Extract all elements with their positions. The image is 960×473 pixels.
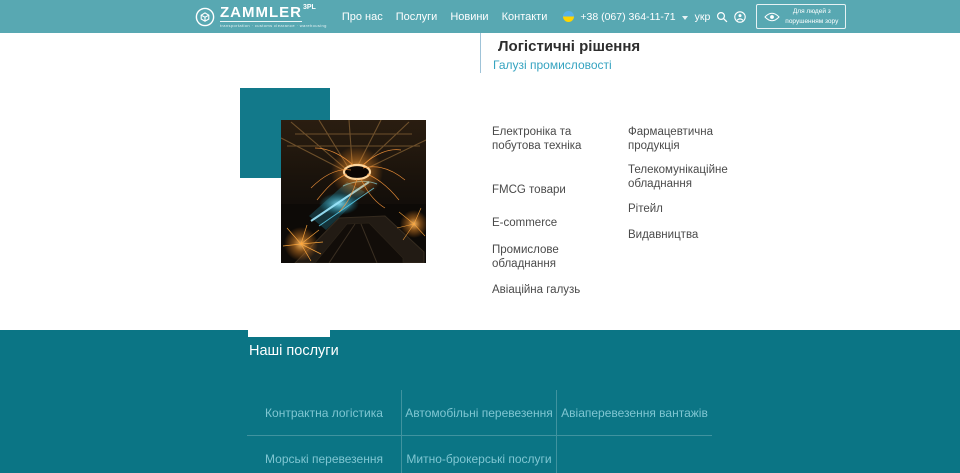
- main-nav: Про нас Послуги Новини Контакти: [342, 7, 548, 27]
- zammler-logo[interactable]: ZAMMLER 3PL transportation · customs cle…: [195, 5, 327, 28]
- service-cell: [557, 436, 712, 473]
- nav-news[interactable]: Новини: [450, 7, 488, 27]
- top-header-bar: ZAMMLER 3PL transportation · customs cle…: [0, 0, 960, 33]
- accessibility-mode-button[interactable]: Для людей з порушенням зору: [756, 4, 846, 29]
- industry-aviation[interactable]: Авіаційна галузь: [492, 283, 620, 297]
- industry-warehouse-photo: [281, 120, 426, 263]
- industry-pharma[interactable]: Фармацевтична продукція: [628, 125, 728, 154]
- eye-icon: [764, 12, 780, 22]
- nav-contacts[interactable]: Контакти: [502, 7, 548, 27]
- header-right-cluster: +38 (067) 364-11-71 укр: [563, 4, 846, 29]
- language-selector[interactable]: укр: [695, 11, 711, 23]
- phone-number-link[interactable]: +38 (067) 364-11-71: [580, 11, 675, 23]
- page: ZAMMLER 3PL transportation · customs cle…: [0, 0, 960, 473]
- industries-column-left: Електроніка та побутова техніка FMCG тов…: [492, 118, 620, 298]
- service-cell: Контрактна логістика: [247, 390, 402, 436]
- header-inner: ZAMMLER 3PL transportation · customs cle…: [195, 0, 846, 33]
- service-road-transport[interactable]: Автомобільні перевезення: [405, 406, 552, 420]
- band-white-notch: [248, 330, 330, 337]
- search-icon[interactable]: [716, 11, 728, 23]
- industry-telecom[interactable]: Телекомунікаційне обладнання: [628, 163, 728, 192]
- chevron-down-icon[interactable]: [682, 16, 688, 20]
- nav-about[interactable]: Про нас: [342, 7, 383, 27]
- user-account-icon[interactable]: [734, 11, 746, 23]
- accessibility-button-label: Для людей з порушенням зору: [785, 7, 838, 26]
- service-cell: Морські перевезення: [247, 436, 402, 473]
- service-air-freight[interactable]: Авіаперевезення вантажів: [561, 406, 708, 420]
- industry-publishing[interactable]: Видавництва: [628, 228, 728, 242]
- logo-tagline: transportation · customs clearance · war…: [220, 24, 327, 28]
- industry-fmcg[interactable]: FMCG товари: [492, 183, 620, 197]
- services-grid: Контрактна логістика Автомобільні переве…: [247, 390, 712, 473]
- service-sea-transport[interactable]: Морські перевезення: [265, 452, 383, 466]
- industry-ecommerce[interactable]: E-commerce: [492, 216, 620, 230]
- industries-section-link[interactable]: Галузі промисловості: [493, 58, 612, 72]
- service-cell: Авіаперевезення вантажів: [557, 390, 712, 436]
- service-contract-logistics[interactable]: Контрактна логістика: [265, 406, 383, 420]
- industry-industrial-equipment[interactable]: Промислове обладнання: [492, 243, 620, 272]
- services-title: Наші послуги: [249, 343, 339, 359]
- zammler-logo-icon: [195, 7, 215, 27]
- service-cell: Автомобільні перевезення: [402, 390, 557, 436]
- logo-text: ZAMMLER 3PL transportation · customs cle…: [220, 5, 327, 28]
- logo-3pl-superscript: 3PL: [303, 4, 316, 11]
- nav-services[interactable]: Послуги: [396, 7, 438, 27]
- industry-electronics[interactable]: Електроніка та побутова техніка: [492, 125, 620, 154]
- logo-name: ZAMMLER: [220, 5, 302, 22]
- service-customs-broker[interactable]: Митно-брокерські послуги: [406, 452, 551, 466]
- service-cell: Митно-брокерські послуги: [402, 436, 557, 473]
- industries-column-right: Фармацевтична продукція Телекомунікаційн…: [628, 118, 728, 242]
- ukraine-flag-icon[interactable]: [563, 11, 574, 22]
- industry-retail[interactable]: Рітейл: [628, 202, 728, 216]
- page-title: Логістичні рішення: [498, 38, 640, 55]
- content-column-divider: [480, 33, 481, 73]
